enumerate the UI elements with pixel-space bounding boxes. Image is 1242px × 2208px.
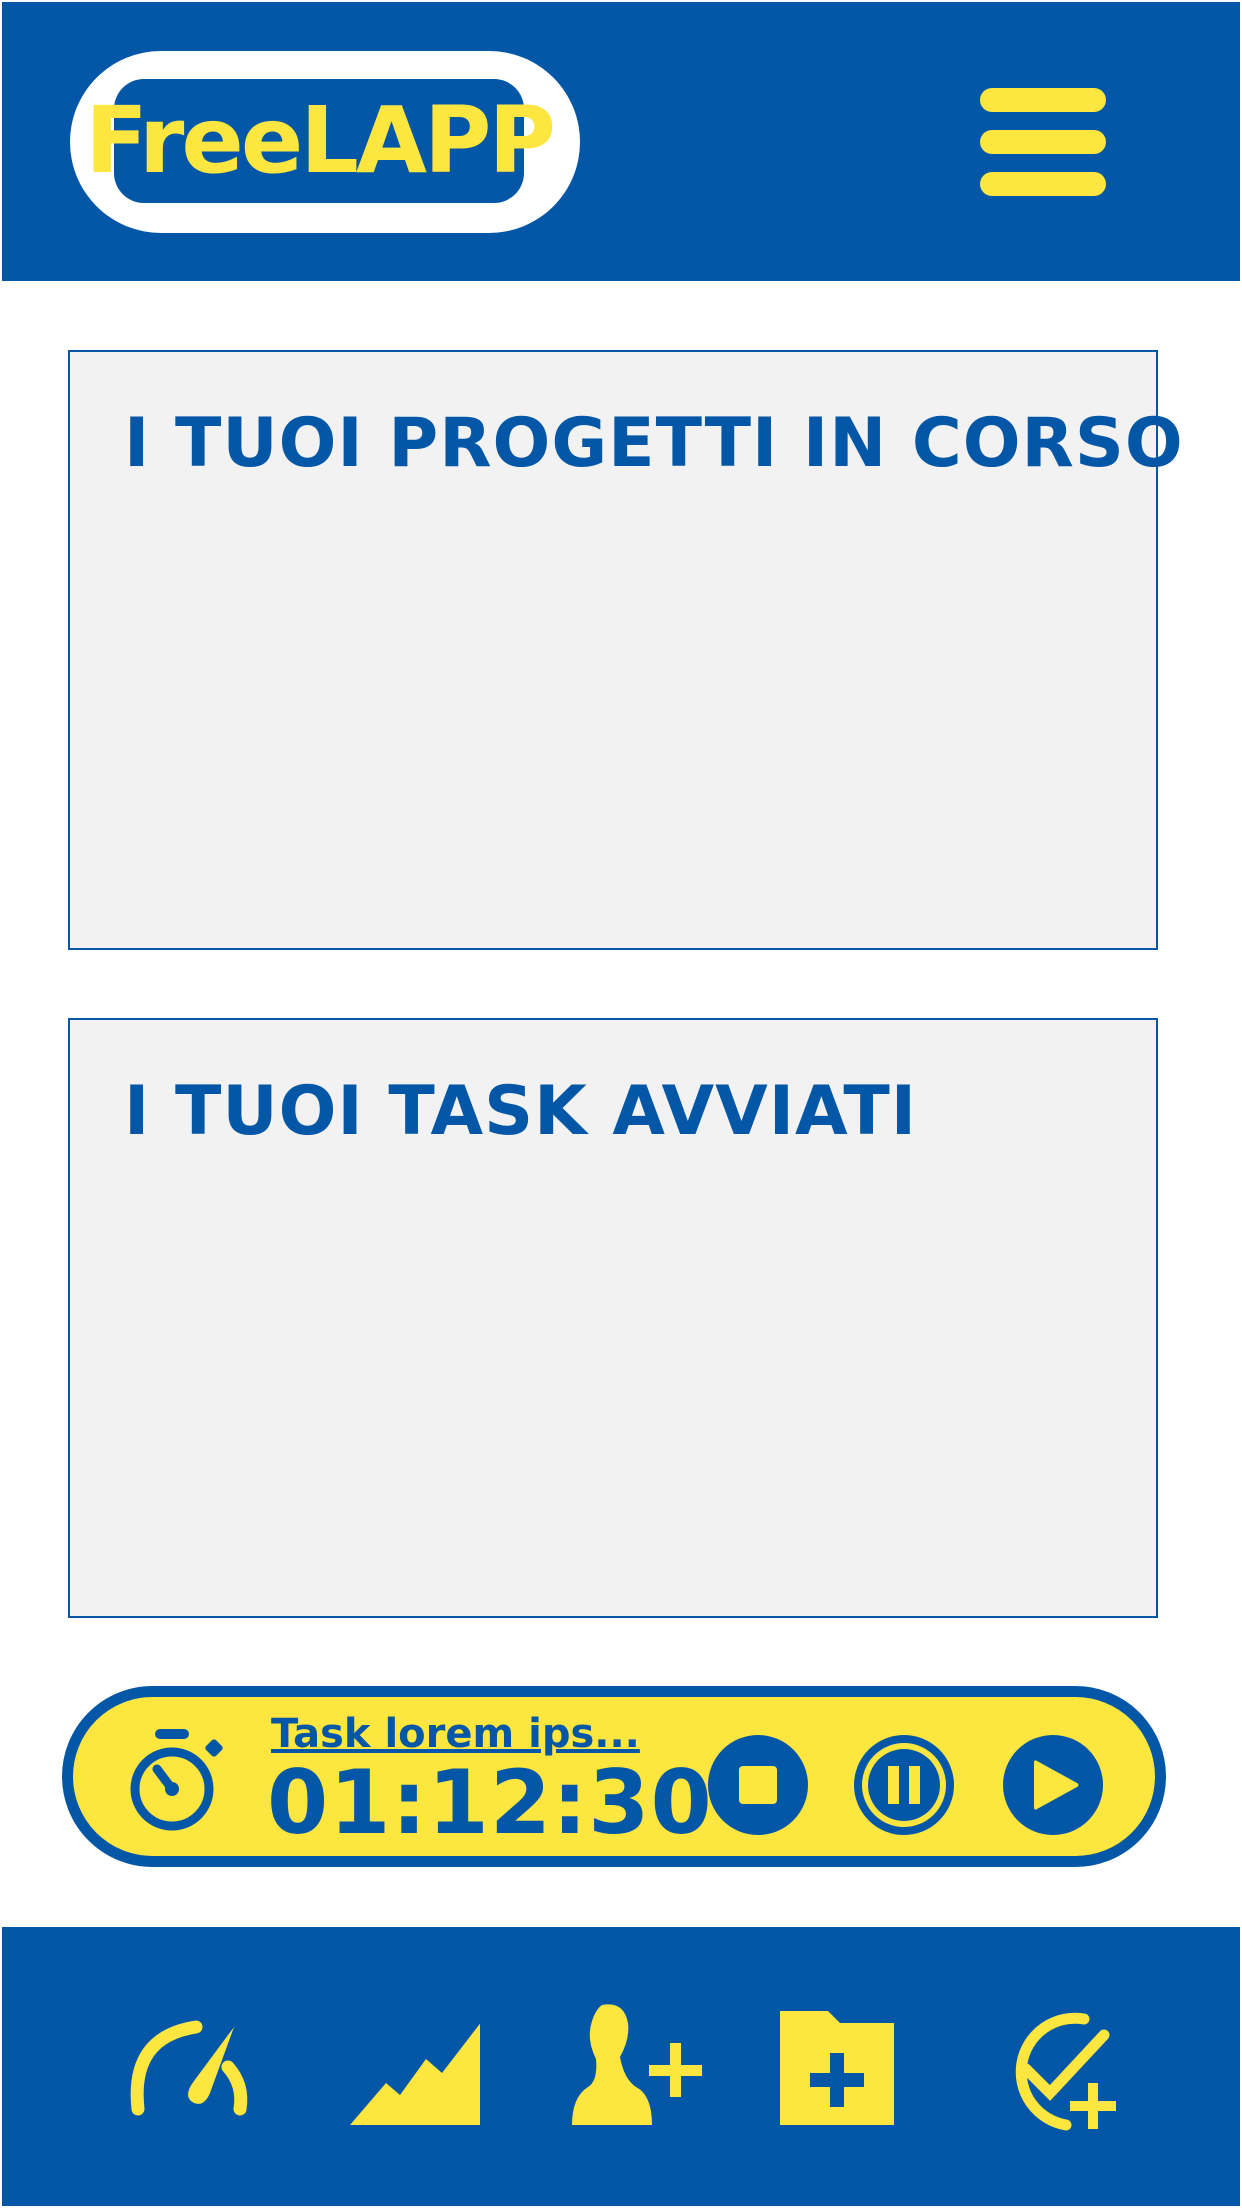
add-task-check-icon[interactable]	[992, 1997, 1132, 2137]
tasks-card: I TUOI TASK AVVIATI	[68, 1018, 1158, 1618]
logo-badge: FreeLAPP	[85, 79, 556, 203]
stop-button[interactable]	[706, 1733, 810, 1837]
stopwatch-icon	[130, 1729, 223, 1831]
hamburger-menu-icon[interactable]	[980, 88, 1106, 196]
speedometer-icon[interactable]	[120, 1997, 260, 2137]
app-header: FreeLAPP	[2, 2, 1240, 281]
task-timer-bar: Task lorem ips... 01:12:30	[62, 1686, 1166, 1867]
pause-button[interactable]	[852, 1733, 956, 1837]
tasks-title: I TUOI TASK AVVIATI	[124, 1072, 918, 1151]
area-chart-icon[interactable]	[340, 1997, 480, 2137]
logo-text: FreeLAPP	[85, 87, 556, 194]
app-logo[interactable]: FreeLAPP	[70, 51, 580, 233]
play-button[interactable]	[1001, 1733, 1105, 1837]
add-folder-icon[interactable]	[774, 1997, 914, 2137]
projects-card: I TUOI PROGETTI IN CORSO	[68, 350, 1183, 950]
stop-icon	[739, 1766, 777, 1804]
projects-title: I TUOI PROGETTI IN CORSO	[124, 404, 1184, 483]
add-person-icon[interactable]	[562, 1997, 702, 2137]
elapsed-time: 01:12:30	[267, 1751, 713, 1854]
bottom-nav	[2, 1927, 1240, 2206]
